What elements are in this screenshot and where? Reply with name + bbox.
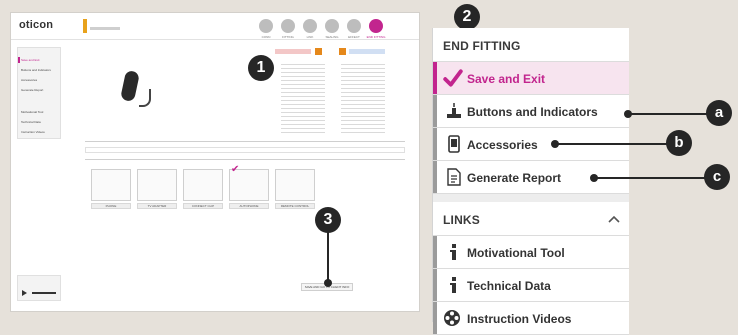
sidebar-thumb-item[interactable]: Technical Data: [21, 120, 41, 124]
info-i-icon: [450, 277, 456, 293]
hearing-aid-image: [120, 69, 140, 103]
buttons-indicators-icon: [447, 103, 461, 118]
right-ear-badge: [339, 48, 346, 55]
callout-1: 1: [248, 55, 274, 81]
item-indicator-bar: [433, 95, 437, 127]
sidebar-item-label: Technical Data: [467, 279, 551, 293]
chevron-up-icon[interactable]: [607, 214, 621, 224]
step-conn-icon[interactable]: [259, 19, 273, 33]
callout-c-leader: [596, 177, 708, 179]
callout-3-dot: [324, 279, 332, 287]
sidebar-thumb-item[interactable]: Accessories: [21, 78, 37, 82]
step-sealing-icon[interactable]: [325, 19, 339, 33]
section-gap: [433, 194, 629, 202]
left-ear-tag: [275, 49, 311, 54]
accessory-tv-adapter[interactable]: [137, 169, 177, 201]
step-effect-icon[interactable]: [347, 19, 361, 33]
sidebar-item-save-and-exit[interactable]: Save and Exit: [433, 62, 629, 95]
accessories-phone-icon: [448, 135, 460, 153]
sidebar-thumb-item[interactable]: Generate Report: [21, 88, 43, 92]
accessory-remote-control[interactable]: [275, 169, 315, 201]
item-indicator-bar: [433, 161, 437, 193]
app-thumbnail-window: oticon CONN FITTING LINK SEALING EFFECT …: [10, 12, 420, 312]
play-icon[interactable]: [22, 290, 27, 296]
accessory-caption: REMOTE CONTROL: [275, 203, 315, 209]
sidebar-item-label: Save and Exit: [467, 72, 546, 86]
step-end-fitting-icon[interactable]: [369, 19, 383, 33]
callout-b-leader: [557, 143, 669, 145]
item-indicator-bar: [433, 236, 437, 268]
sidebar-item-label: Buttons and Indicators: [467, 105, 598, 119]
info-i-icon: [450, 244, 456, 260]
accessory-caption: AUTOPHONE: [229, 203, 269, 209]
checkmark-icon: [443, 69, 463, 87]
sidebar-item-technical-data[interactable]: Technical Data: [433, 269, 629, 302]
callout-b: b: [666, 130, 692, 156]
sidebar-item-buttons-indicators[interactable]: Buttons and Indicators: [433, 95, 629, 128]
callout-a-leader: [630, 113, 710, 115]
section-divider: [85, 141, 405, 142]
sidebar-item-label: Instruction Videos: [467, 312, 572, 326]
item-indicator-bar: [433, 269, 437, 301]
right-ear-tag: [349, 49, 385, 54]
active-indicator-bar: [433, 62, 437, 94]
item-indicator-bar: [433, 302, 437, 334]
step-link-icon[interactable]: [303, 19, 317, 33]
film-reel-icon: [444, 310, 460, 326]
item-indicator-bar: [433, 128, 437, 160]
sidebar-item-motivational-tool[interactable]: Motivational Tool: [433, 236, 629, 269]
client-label: [90, 27, 120, 30]
sidebar-active-marker: [18, 57, 20, 63]
topbar-divider: [11, 39, 419, 40]
callout-c: c: [704, 164, 730, 190]
accessory-caption: CONNECT CLIP: [183, 203, 223, 209]
end-fitting-header: END FITTING: [433, 28, 629, 62]
spec-text-left: [281, 61, 325, 135]
hearing-aid-receiver: [139, 89, 151, 107]
callout-3: 3: [315, 207, 341, 233]
sidebar-item-label: Motivational Tool: [467, 246, 565, 260]
step-fitting-icon[interactable]: [281, 19, 295, 33]
sidebar-thumb-item[interactable]: Motivational Tool: [21, 110, 43, 114]
toolbar-bar-icon: [83, 19, 87, 33]
callout-2: 2: [454, 4, 480, 30]
report-document-icon: [447, 168, 461, 186]
selected-check-icon: ✔: [231, 164, 240, 175]
left-ear-badge: [315, 48, 322, 55]
volume-bar[interactable]: [32, 292, 56, 294]
sidebar-item-instruction-videos[interactable]: Instruction Videos: [433, 302, 629, 335]
accessories-divider: [85, 159, 405, 160]
callout-a: a: [706, 100, 732, 126]
accessory-caption: PHONE: [91, 203, 131, 209]
sidebar-thumb-item[interactable]: Instruction Videos: [21, 130, 45, 134]
program-field[interactable]: [85, 147, 405, 153]
links-header[interactable]: LINKS: [433, 202, 629, 236]
accessory-phone[interactable]: [91, 169, 131, 201]
sidebar-item-label: Accessories: [467, 138, 538, 152]
sound-widget[interactable]: [17, 275, 61, 301]
callout-3-leader: [327, 232, 329, 280]
end-fitting-panel: END FITTING Save and Exit Buttons and In…: [432, 28, 629, 335]
end-fitting-title: END FITTING: [443, 39, 521, 53]
accessory-connect-clip[interactable]: [183, 169, 223, 201]
links-title: LINKS: [443, 213, 480, 227]
sidebar-thumbnail: Save and Exit Buttons and Indicators Acc…: [17, 47, 61, 139]
sidebar-thumb-item[interactable]: Save and Exit: [21, 58, 40, 62]
oticon-logo: oticon: [19, 19, 54, 31]
spec-text-right: [341, 61, 385, 135]
sidebar-thumb-item[interactable]: Buttons and Indicators: [21, 68, 51, 72]
sidebar-item-label: Generate Report: [467, 171, 562, 185]
accessory-caption: TV ADAPTER: [137, 203, 177, 209]
